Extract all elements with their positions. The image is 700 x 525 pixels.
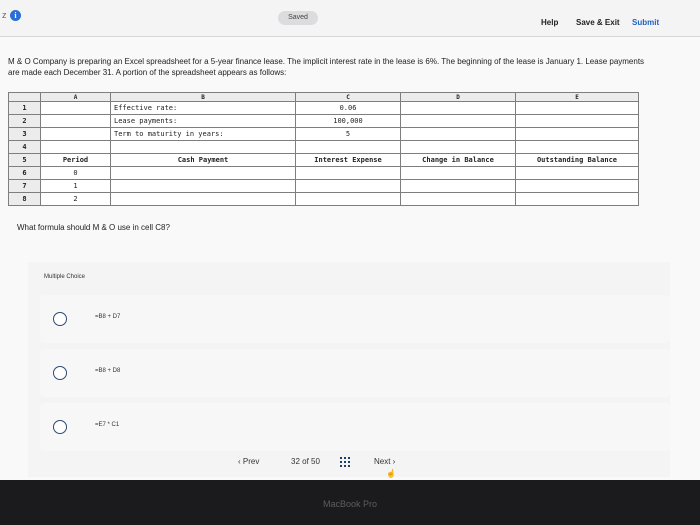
sheet-row-8: 8 2	[8, 192, 639, 206]
cell-a4	[40, 140, 111, 154]
radio-button[interactable]	[53, 420, 67, 434]
choice-option-2[interactable]: =B8 + D8	[40, 349, 670, 397]
cell-d1	[400, 101, 516, 115]
sheet-row-7: 7 1	[8, 179, 639, 193]
cell-e1	[515, 101, 639, 115]
cell-a5: Period	[40, 153, 111, 167]
top-bar: z i Saved Help Save & Exit Submit	[0, 0, 700, 37]
cell-a6: 0	[40, 166, 111, 180]
cell-e7	[515, 179, 639, 193]
column-header-b: B	[110, 92, 296, 102]
column-header-c: C	[295, 92, 401, 102]
choice-option-3[interactable]: =E7 * C1	[40, 403, 670, 451]
cell-c4	[295, 140, 401, 154]
cell-a2	[40, 114, 111, 128]
row-number: 7	[8, 179, 41, 193]
question-prompt: M & O Company is preparing an Excel spre…	[8, 57, 645, 77]
choice-option-1[interactable]: =B8 + D7	[40, 295, 670, 343]
cell-c5: Interest Expense	[295, 153, 401, 167]
column-header-row: A B C D E	[8, 92, 639, 102]
submit-link[interactable]: Submit	[632, 18, 659, 27]
row-number: 8	[8, 192, 41, 206]
page-indicator: 32 of 50	[291, 457, 320, 466]
cell-e6	[515, 166, 639, 180]
total-pages: 50	[311, 457, 320, 466]
next-button[interactable]: Next ›	[374, 457, 395, 466]
multiple-choice-panel: Multiple Choice =B8 + D7 =B8 + D8 =E7 * …	[28, 262, 670, 477]
cell-a1	[40, 101, 111, 115]
cell-c6	[295, 166, 401, 180]
column-header-e: E	[515, 92, 639, 102]
radio-button[interactable]	[53, 366, 67, 380]
cell-d2	[400, 114, 516, 128]
multiple-choice-title: Multiple Choice	[44, 274, 86, 280]
sheet-row-2: 2 Lease payments: 100,000	[8, 114, 639, 128]
grid-icon[interactable]	[340, 457, 350, 467]
prev-button[interactable]: ‹ Prev	[238, 457, 259, 466]
laptop-bezel: MacBook Pro	[0, 480, 700, 525]
column-header-d: D	[400, 92, 516, 102]
cell-b1: Effective rate:	[110, 101, 296, 115]
radio-button[interactable]	[53, 312, 67, 326]
row-number: 6	[8, 166, 41, 180]
cell-e3	[515, 127, 639, 141]
cell-a8: 2	[40, 192, 111, 206]
sheet-row-5: 5 Period Cash Payment Interest Expense C…	[8, 153, 639, 167]
sheet-row-6: 6 0	[8, 166, 639, 180]
cell-d7	[400, 179, 516, 193]
save-exit-link[interactable]: Save & Exit	[576, 18, 620, 27]
cell-b2: Lease payments:	[110, 114, 296, 128]
cell-b5: Cash Payment	[110, 153, 296, 167]
cell-c2: 100,000	[295, 114, 401, 128]
row-number: 2	[8, 114, 41, 128]
cell-b6	[110, 166, 296, 180]
question-text: What formula should M & O use in cell C8…	[17, 223, 170, 232]
sheet-row-3: 3 Term to maturity in years: 5	[8, 127, 639, 141]
device-label: MacBook Pro	[322, 499, 378, 509]
saved-status-badge: Saved	[278, 11, 318, 25]
row-number: 1	[8, 101, 41, 115]
cell-b4	[110, 140, 296, 154]
quiz-label: z	[2, 10, 7, 20]
cell-d3	[400, 127, 516, 141]
current-page: 32	[291, 457, 300, 466]
cell-b3: Term to maturity in years:	[110, 127, 296, 141]
row-number: 5	[8, 153, 41, 167]
hand-cursor-icon: ☝	[386, 469, 396, 478]
spreadsheet: A B C D E 1 Effective rate: 0.06 2 Lease…	[8, 92, 639, 206]
cell-a7: 1	[40, 179, 111, 193]
choice-label: =B8 + D8	[95, 368, 121, 374]
cell-d5: Change in Balance	[400, 153, 516, 167]
row-number: 4	[8, 140, 41, 154]
choice-label: =B8 + D7	[95, 314, 121, 320]
info-icon[interactable]: i	[10, 10, 21, 21]
choice-label: =E7 * C1	[95, 422, 120, 428]
cell-d8	[400, 192, 516, 206]
corner-cell	[8, 92, 41, 102]
cell-c1: 0.06	[295, 101, 401, 115]
help-link[interactable]: Help	[541, 18, 558, 27]
page-of-label: of	[302, 457, 309, 466]
question-content: M & O Company is preparing an Excel spre…	[0, 37, 700, 480]
column-header-a: A	[40, 92, 111, 102]
cell-d4	[400, 140, 516, 154]
cell-a3	[40, 127, 111, 141]
cell-e4	[515, 140, 639, 154]
cell-d6	[400, 166, 516, 180]
cell-e2	[515, 114, 639, 128]
cell-b8	[110, 192, 296, 206]
row-number: 3	[8, 127, 41, 141]
sheet-row-1: 1 Effective rate: 0.06	[8, 101, 639, 115]
cell-e5: Outstanding Balance	[515, 153, 639, 167]
question-navigation: ‹ Prev 32 of 50 Next › ☝	[0, 450, 700, 480]
cell-e8	[515, 192, 639, 206]
cell-b7	[110, 179, 296, 193]
cell-c8	[295, 192, 401, 206]
sheet-row-4: 4	[8, 140, 639, 154]
cell-c7	[295, 179, 401, 193]
cell-c3: 5	[295, 127, 401, 141]
